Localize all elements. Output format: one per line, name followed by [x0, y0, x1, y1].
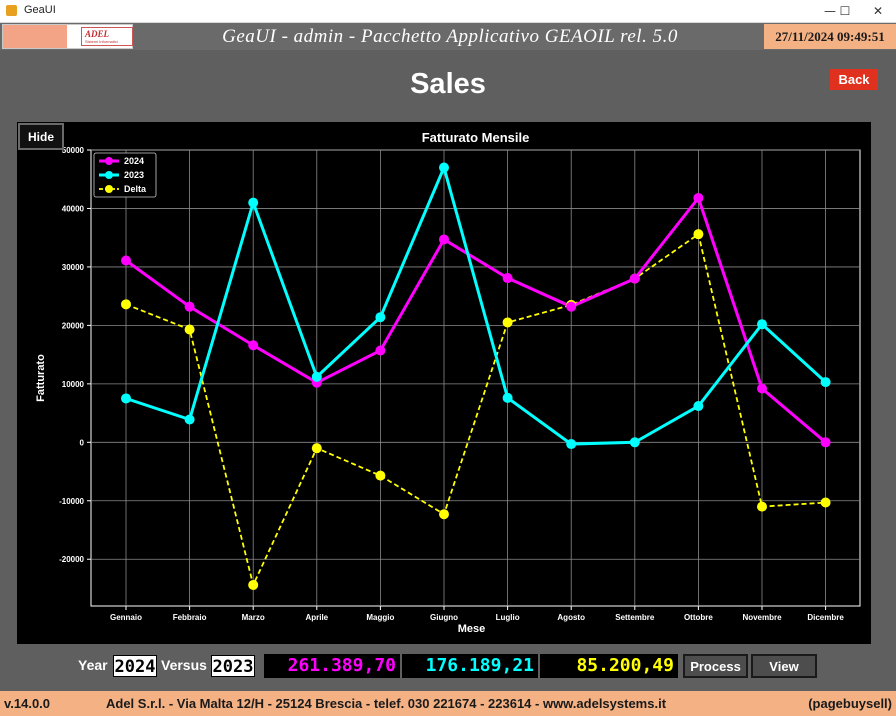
company-info: Adel S.r.l. - Via Malta 12/H - 25124 Bre… — [106, 696, 667, 711]
data-point-delta — [693, 229, 704, 240]
app-title: GeaUI - admin - Pacchetto Applicativo GE… — [222, 26, 678, 47]
legend-label-delta: Delta — [124, 184, 147, 194]
versus-label: Versus — [161, 657, 207, 673]
y-tick-label: 10000 — [62, 380, 85, 389]
window-titlebar: GeaUI — ☐ ✕ — [0, 0, 896, 23]
close-window-button[interactable]: ✕ — [860, 0, 896, 22]
data-point-2023 — [629, 437, 640, 448]
y-tick-label: 20000 — [62, 321, 85, 330]
data-point-2024 — [184, 301, 195, 312]
y-tick-label: -20000 — [59, 555, 84, 564]
x-tick-label: Giugno — [430, 613, 458, 622]
y-tick-label: 30000 — [62, 263, 85, 272]
x-tick-label: Agosto — [557, 613, 585, 622]
data-point-delta — [311, 443, 322, 454]
total-delta-display: 85.200,49 — [540, 654, 678, 678]
y-tick-label: 50000 — [62, 146, 85, 155]
x-tick-label: Ottobre — [684, 613, 713, 622]
x-tick-label: Febbraio — [173, 613, 207, 622]
x-axis-label: Mese — [458, 623, 486, 635]
data-point-delta — [820, 497, 831, 508]
data-point-delta — [439, 509, 449, 520]
chart-panel: -20000 -10000 0 10000 20000 30000 40000 50000 Ge… — [17, 122, 871, 644]
page-title: Sales — [410, 68, 486, 100]
chart-title: Fatturato Mensile — [422, 130, 530, 145]
data-point-2023 — [184, 414, 195, 425]
legend-label-2024: 2024 — [124, 156, 144, 166]
data-point-2024 — [248, 340, 259, 351]
year-label: Year — [78, 657, 108, 673]
data-point-delta — [375, 470, 386, 481]
logo-text: ADEL — [85, 29, 110, 39]
series-line-2023 — [125, 162, 827, 446]
x-tick-label: Aprile — [305, 613, 328, 622]
data-point-2024 — [566, 301, 577, 312]
window-title: GeaUI — [24, 4, 56, 16]
data-point-2023 — [439, 162, 449, 173]
legend-marker-2023 — [105, 171, 113, 179]
y-tick-label: 40000 — [62, 204, 85, 213]
view-button[interactable]: View — [751, 654, 817, 678]
x-tick-label: Gennaio — [110, 613, 142, 622]
data-point-delta — [184, 324, 195, 335]
data-point-2024 — [375, 345, 386, 356]
total-2023-display: 176.189,21 — [402, 654, 538, 678]
data-point-2024 — [757, 383, 767, 394]
version-text: v.14.0.0 — [4, 696, 51, 711]
y-axis-label: Fatturato — [35, 354, 47, 402]
year-input[interactable]: 2024 — [113, 655, 157, 677]
x-tick-label: Dicembre — [807, 613, 844, 622]
data-point-2023 — [121, 393, 131, 404]
data-point-2024 — [439, 234, 449, 245]
logo-stripe — [3, 25, 67, 48]
process-button[interactable]: Process — [683, 654, 748, 678]
data-point-2024 — [629, 273, 640, 284]
company-logo: ADEL Sistemi Informatici — [2, 24, 133, 49]
data-point-2024 — [502, 273, 513, 284]
x-tick-label: Novembre — [742, 613, 782, 622]
x-tick-label: Settembre — [615, 613, 655, 622]
app-icon — [6, 5, 17, 16]
footer-bar: v.14.0.0 Adel S.r.l. - Via Malta 12/H - … — [0, 691, 896, 716]
data-point-delta — [121, 299, 131, 310]
data-point-2023 — [248, 197, 259, 208]
x-tick-label: Marzo — [242, 613, 265, 622]
data-point-2023 — [375, 312, 386, 323]
data-point-delta — [757, 501, 767, 512]
hide-button[interactable]: Hide — [18, 123, 64, 150]
x-tick-label: Luglio — [496, 613, 520, 622]
data-point-delta — [248, 579, 259, 590]
datetime-display: 27/11/2024 09:49:51 — [764, 24, 896, 49]
data-point-2024 — [121, 255, 131, 266]
x-tick-label: Maggio — [366, 613, 394, 622]
y-tick-label: -10000 — [59, 497, 84, 506]
plot-area — [90, 149, 861, 607]
sales-line-chart: -20000 -10000 0 10000 20000 30000 40000 50000 Ge… — [35, 130, 861, 635]
logo-mark: ADEL Sistemi Informatici — [81, 27, 133, 46]
legend-label-2023: 2023 — [124, 170, 144, 180]
data-point-2023 — [693, 401, 704, 412]
data-point-2023 — [820, 377, 831, 388]
y-tick-label: 0 — [80, 438, 85, 447]
data-point-2024 — [693, 192, 704, 203]
data-point-delta — [502, 317, 513, 328]
maximize-button[interactable]: ☐ — [826, 0, 864, 22]
versus-year-input[interactable]: 2023 — [211, 655, 255, 677]
legend-marker-delta — [105, 185, 113, 193]
back-button[interactable]: Back — [830, 69, 878, 90]
data-point-2023 — [311, 371, 322, 382]
series-line-2024 — [125, 194, 827, 444]
page-id: (pagebuysell) — [808, 696, 892, 711]
data-point-2023 — [566, 439, 577, 450]
data-point-2023 — [757, 319, 767, 330]
total-2024-display: 261.389,70 — [264, 654, 400, 678]
data-point-2024 — [820, 437, 831, 448]
data-point-2023 — [502, 392, 513, 403]
logo-subtext: Sistemi Informatici — [85, 39, 118, 44]
legend-marker-2024 — [105, 157, 113, 165]
